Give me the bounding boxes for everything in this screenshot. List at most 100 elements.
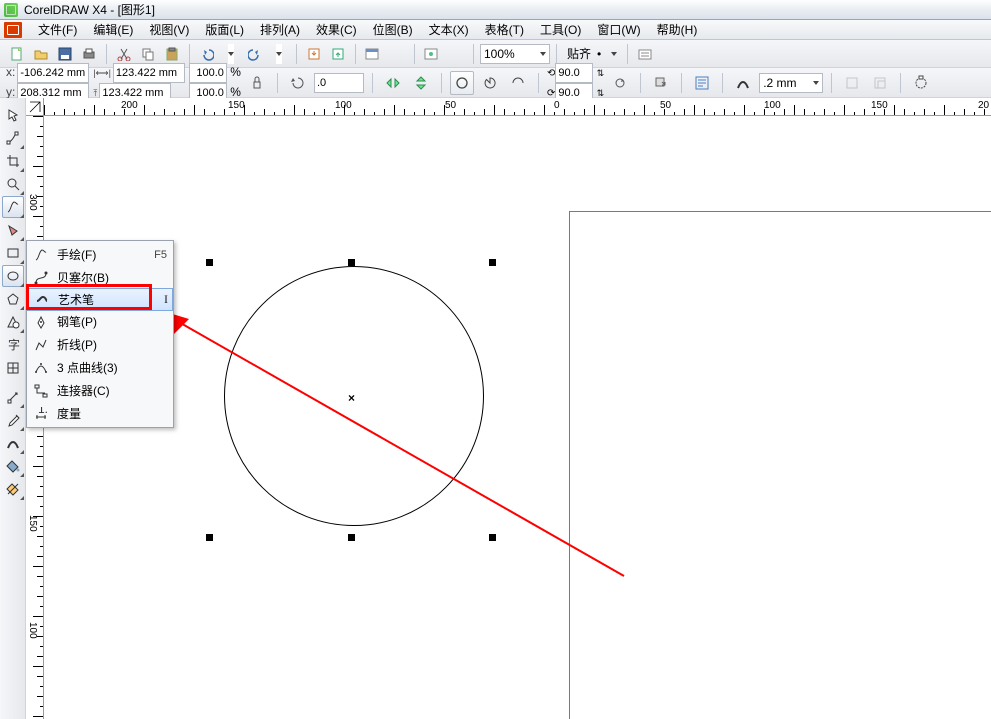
snap-label: 贴齐	[567, 45, 591, 62]
selection-handle-se[interactable]	[489, 534, 496, 541]
selection-handle-sw[interactable]	[206, 534, 213, 541]
menu-view[interactable]: 视图(V)	[141, 19, 197, 40]
scale-group: % %	[189, 63, 241, 103]
scale-x-input[interactable]	[189, 63, 227, 83]
flyout-artistic-media[interactable]: 艺术笔	[27, 288, 173, 311]
undo-button[interactable]	[196, 43, 218, 65]
redo-dropdown[interactable]	[268, 43, 290, 65]
svg-text:1.0: 1.0	[38, 407, 48, 416]
separator	[640, 73, 641, 93]
rotation-input[interactable]	[314, 73, 364, 93]
save-button[interactable]	[54, 43, 76, 65]
page-boundary	[569, 211, 991, 719]
app-launcher-button[interactable]	[362, 43, 384, 65]
import-button[interactable]	[303, 43, 325, 65]
menu-bitmaps[interactable]: 位图(B)	[365, 19, 421, 40]
curve-tool-flyout: 手绘(F) F5 贝塞尔(B) 艺术笔 钢笔(P) 折线(P) 3 点曲线(3)…	[26, 240, 174, 428]
options-button[interactable]	[634, 43, 656, 65]
polygon-tool[interactable]	[2, 288, 24, 310]
snap-combo[interactable]: 贴齐•	[563, 44, 621, 64]
menu-window[interactable]: 窗口(W)	[589, 19, 648, 40]
menu-effects[interactable]: 效果(C)	[308, 19, 365, 40]
zoom-combo[interactable]: 100%	[480, 44, 550, 64]
horizontal-ruler[interactable]: 200 150 100 50 0 50 100 150 20	[26, 98, 991, 116]
direction-button[interactable]	[608, 71, 632, 95]
flyout-pen[interactable]: 钢笔(P)	[27, 310, 173, 333]
flyout-bezier[interactable]: 贝塞尔(B)	[27, 266, 173, 289]
arc-start-input[interactable]	[555, 63, 593, 83]
rectangle-tool[interactable]	[2, 242, 24, 264]
separator	[355, 44, 356, 64]
menu-layout[interactable]: 版面(L)	[197, 19, 252, 40]
redo-button[interactable]	[244, 43, 266, 65]
flyout-dimension[interactable]: 1.0 度量	[27, 402, 173, 425]
width-input[interactable]	[113, 63, 185, 83]
welcome-dropdown[interactable]	[445, 43, 467, 65]
interactive-fill-tool[interactable]	[2, 478, 24, 500]
ellipse-mode-button[interactable]	[450, 71, 474, 95]
menu-table[interactable]: 表格(T)	[477, 19, 532, 40]
flyout-polyline[interactable]: 折线(P)	[27, 333, 173, 356]
interactive-tool[interactable]	[2, 386, 24, 408]
eyedropper-tool[interactable]	[2, 409, 24, 431]
menu-help[interactable]: 帮助(H)	[649, 19, 706, 40]
wrap-text-button[interactable]	[690, 71, 714, 95]
app-dropdown[interactable]	[386, 43, 408, 65]
x-position-input[interactable]	[17, 63, 89, 83]
selection-handle-s[interactable]	[348, 534, 355, 541]
text-tool[interactable]: 字	[2, 334, 24, 356]
selection-center-icon[interactable]: ×	[348, 391, 355, 405]
flyout-three-point-curve[interactable]: 3 点曲线(3)	[27, 356, 173, 379]
menu-arrange[interactable]: 排列(A)	[252, 19, 308, 40]
menu-edit[interactable]: 编辑(E)	[85, 19, 141, 40]
selection-handle-ne[interactable]	[489, 259, 496, 266]
to-front-button[interactable]	[649, 71, 673, 95]
fill-tool[interactable]	[2, 455, 24, 477]
menu-text[interactable]: 文本(X)	[421, 19, 477, 40]
ruler-origin[interactable]	[26, 98, 44, 116]
copy-button[interactable]	[137, 43, 159, 65]
basic-shapes-tool[interactable]	[2, 311, 24, 333]
export-button[interactable]	[327, 43, 349, 65]
flyout-freehand[interactable]: 手绘(F) F5	[27, 243, 173, 266]
separator	[189, 44, 190, 64]
undo-dropdown[interactable]	[220, 43, 242, 65]
outline-tool[interactable]	[2, 432, 24, 454]
arc-mode-button[interactable]	[506, 71, 530, 95]
document-icon[interactable]	[4, 22, 22, 38]
toolbox: 字	[0, 98, 26, 719]
paste-button[interactable]	[161, 43, 183, 65]
welcome-button[interactable]	[421, 43, 443, 65]
flyout-connector[interactable]: 连接器(C)	[27, 379, 173, 402]
crop-tool[interactable]	[2, 150, 24, 172]
canvas[interactable]: ×	[44, 116, 991, 719]
pick-tool[interactable]	[2, 104, 24, 126]
zoom-tool[interactable]	[2, 173, 24, 195]
cut-button[interactable]	[113, 43, 135, 65]
separator	[681, 73, 682, 93]
new-button[interactable]	[6, 43, 28, 65]
print-button[interactable]	[78, 43, 100, 65]
position-group: x: y:	[6, 63, 89, 103]
rotate-icon	[286, 71, 310, 95]
mirror-v-button[interactable]	[409, 71, 433, 95]
mirror-h-button[interactable]	[381, 71, 405, 95]
separator	[473, 44, 474, 64]
y-label: y:	[6, 85, 15, 99]
table-tool[interactable]	[2, 357, 24, 379]
selection-handle-n[interactable]	[348, 259, 355, 266]
selection-handle-nw[interactable]	[206, 259, 213, 266]
lock-ratio-button[interactable]	[245, 71, 269, 95]
curve-tool[interactable]	[2, 196, 24, 218]
open-button[interactable]	[30, 43, 52, 65]
separator	[277, 73, 278, 93]
convert-to-curves-button[interactable]	[909, 71, 933, 95]
outline-width-combo[interactable]: .2 mm	[759, 73, 823, 93]
menu-tools[interactable]: 工具(O)	[532, 19, 589, 40]
menu-file[interactable]: 文件(F)	[30, 19, 85, 40]
smart-fill-tool[interactable]	[2, 219, 24, 241]
ellipse-tool[interactable]	[2, 265, 24, 287]
shape-tool[interactable]	[2, 127, 24, 149]
menu-bar: 文件(F) 编辑(E) 视图(V) 版面(L) 排列(A) 效果(C) 位图(B…	[0, 20, 991, 40]
pie-mode-button[interactable]	[478, 71, 502, 95]
